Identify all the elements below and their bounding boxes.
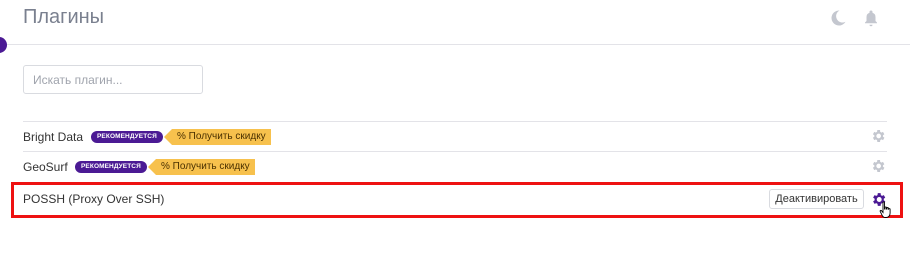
discount-badge[interactable]: % Получить скидку — [148, 159, 255, 175]
plugin-name: GeoSurf — [23, 160, 68, 174]
recommended-badge: РЕКОМЕНДУЕТСЯ — [75, 161, 147, 173]
plugin-row-geosurf: GeoSurf РЕКОМЕНДУЕТСЯ % Получить скидку — [23, 151, 887, 181]
gear-icon[interactable] — [870, 128, 886, 144]
recommended-badge: РЕКОМЕНДУЕТСЯ — [91, 131, 163, 143]
moon-icon[interactable] — [829, 9, 847, 27]
hand-cursor-icon — [879, 201, 891, 218]
plugin-row-bright-data: Bright Data РЕКОМЕНДУЕТСЯ % Получить ски… — [23, 121, 887, 151]
plugin-name: Bright Data — [23, 130, 84, 144]
bell-icon[interactable] — [862, 9, 880, 27]
page-header: Плагины — [0, 0, 910, 45]
highlight-box — [11, 182, 903, 218]
gear-icon[interactable] — [870, 158, 886, 174]
search-input[interactable] — [23, 65, 203, 94]
page-title: Плагины — [23, 6, 105, 28]
discount-badge[interactable]: % Получить скидку — [164, 129, 271, 145]
